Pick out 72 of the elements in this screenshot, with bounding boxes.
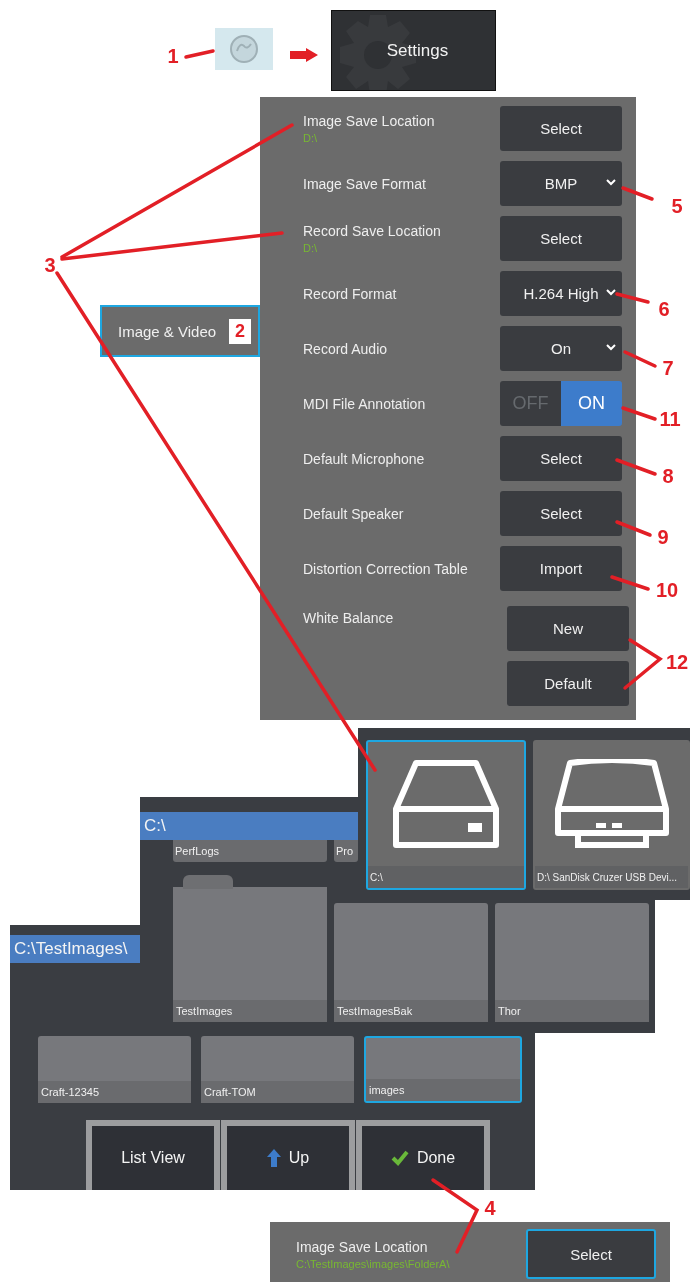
logo-tile[interactable] — [215, 28, 273, 70]
emblem-icon — [229, 34, 259, 64]
setting-label: Image Save Format — [303, 175, 427, 192]
folder-tile[interactable]: Craft-12345 — [38, 1036, 191, 1103]
leader-line — [623, 350, 657, 368]
folder-tile[interactable]: TestImagesBak — [334, 903, 488, 1022]
select-button[interactable]: Select — [500, 491, 622, 536]
leader-line — [610, 575, 650, 591]
callout-number: 9 — [657, 527, 669, 547]
callout-number: 5 — [671, 196, 683, 216]
callout-badge: 2 — [229, 319, 251, 344]
settings-tile[interactable]: Settings — [331, 10, 496, 91]
select-button[interactable]: Select — [526, 1229, 656, 1279]
chevron-icon — [606, 344, 616, 351]
setting-label: Default Microphone — [303, 450, 426, 467]
setting-label: MDI File Annotation — [303, 395, 427, 412]
callout-number: 6 — [658, 299, 670, 319]
action-button[interactable]: New — [507, 606, 629, 651]
callout-number: 1 — [167, 46, 179, 66]
folder-tile[interactable]: Thor — [495, 903, 649, 1022]
arrow-icon — [290, 48, 318, 62]
chevron-icon — [606, 179, 616, 186]
callout-number: 8 — [662, 466, 674, 486]
select-button[interactable]: Import — [500, 546, 622, 591]
leader-line — [621, 186, 654, 201]
callout-number: 11 — [659, 409, 681, 429]
setting-label: Distortion Correction Table — [303, 560, 469, 577]
setting-label: Image Save Location — [296, 1238, 429, 1255]
dropdown[interactable]: H.264 High — [500, 271, 622, 316]
path-text: D:\ — [303, 242, 319, 254]
toolbar-button[interactable]: Done — [356, 1120, 490, 1190]
leader-line — [184, 49, 215, 59]
leader-line — [621, 406, 657, 421]
arrow-up-icon — [266, 1149, 281, 1167]
callout-number: 3 — [44, 255, 56, 275]
folder-tile[interactable]: images — [364, 1036, 522, 1103]
setting-label: White Balance — [303, 610, 395, 626]
toolbar-button[interactable]: Up — [221, 1120, 355, 1190]
leader-line — [623, 638, 663, 690]
select-button[interactable]: Select — [500, 106, 622, 151]
select-button[interactable]: Select — [500, 436, 622, 481]
leader-line — [615, 520, 652, 537]
chevron-icon — [606, 289, 616, 296]
action-button[interactable]: Default — [507, 661, 629, 706]
folder-tile[interactable]: Pro — [334, 840, 358, 862]
path-bar: C:\ — [140, 812, 358, 840]
hard-drive-icon — [390, 759, 502, 849]
path-text: C:\TestImages\images\FolderA\ — [296, 1257, 451, 1270]
setting-label: Image Save Location — [303, 113, 436, 129]
drive-tile[interactable]: C:\ — [366, 740, 526, 890]
toolbar-button[interactable]: List View — [86, 1120, 220, 1190]
path-text: D:\ — [303, 132, 319, 144]
setting-label: Record Save Location — [303, 223, 442, 239]
setting-label: Record Format — [303, 285, 398, 302]
check-icon — [390, 1150, 409, 1166]
folder-tile[interactable]: TestImages — [173, 875, 327, 1022]
callout-number: 10 — [655, 580, 679, 600]
folder-tile[interactable]: Craft-TOM — [201, 1036, 354, 1103]
folder-tile[interactable]: PerfLogs — [173, 840, 327, 862]
toggle-option[interactable]: ON — [561, 381, 622, 426]
leader-line — [615, 458, 657, 476]
callout-number: 12 — [665, 652, 689, 672]
callout-number: 4 — [484, 1198, 496, 1218]
setting-label: Record Audio — [303, 340, 389, 357]
drive-tile[interactable]: D:\ SanDisk Cruzer USB Devi... — [533, 740, 690, 890]
dropdown[interactable]: BMP — [500, 161, 622, 206]
select-button[interactable]: Select — [500, 216, 622, 261]
leader-line — [615, 292, 650, 304]
callout-number: 7 — [662, 358, 674, 378]
dropdown[interactable]: On — [500, 326, 622, 371]
setting-label: Default Speaker — [303, 505, 405, 522]
path-bar: C:\TestImages\ — [10, 935, 140, 963]
